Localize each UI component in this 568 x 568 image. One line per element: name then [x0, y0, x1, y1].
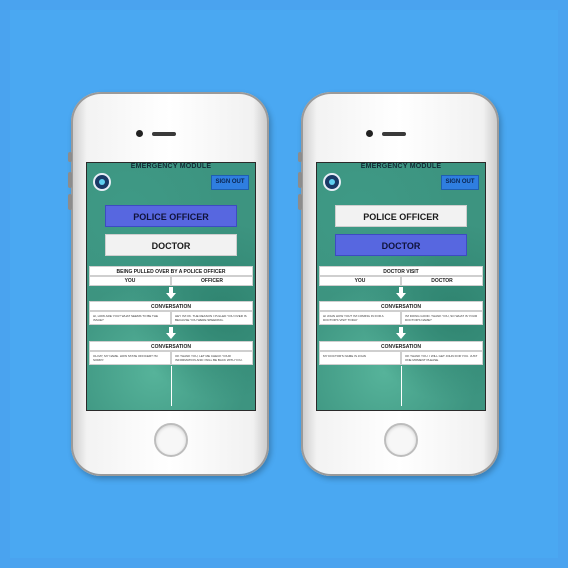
scenario-title: DOCTOR VISIT — [319, 266, 483, 276]
conversation-row: HI JOHN HOW YOU? I'M COMING IN FOR A DOC… — [319, 311, 483, 325]
doctor-button[interactable]: DOCTOR — [335, 234, 467, 256]
officer-line: HEY I'M OK. THE REASON I PULLED YOU OVER… — [171, 311, 253, 325]
earpiece-speaker — [382, 132, 406, 136]
conversation-row: OH MY, MY NAME. HOW STATE OFFICER? I'M S… — [89, 351, 253, 365]
phone-right: EMERGENCY MODULE SIGN OUT POLICE OFFICER… — [298, 92, 499, 476]
section-header: CONVERSATION — [319, 301, 483, 311]
you-line: MY DOCTOR'S NAME IS JOHN — [319, 351, 401, 365]
speaker-columns: YOU OFFICER — [89, 276, 253, 286]
module-title: EMERGENCY MODULE — [130, 163, 212, 170]
conversation-row: HI, HOW ARE YOU? WHAT SEEMS TO BE THE IS… — [89, 311, 253, 325]
app-screen: EMERGENCY MODULE SIGN OUT POLICE OFFICER… — [86, 162, 256, 411]
phone-left: EMERGENCY MODULE SIGN OUT POLICE OFFICER… — [68, 92, 269, 476]
flow-line — [401, 366, 402, 406]
eye-logo-icon — [323, 173, 341, 191]
front-camera — [366, 130, 373, 137]
section-header: CONVERSATION — [89, 341, 253, 351]
phone-mute-switch — [68, 152, 72, 162]
conversation-row: MY DOCTOR'S NAME IS JOHN OK THANK YOU. I… — [319, 351, 483, 365]
doctor-line: I'M DOING GOOD. THANK YOU, SO WHAT IS YO… — [401, 311, 483, 325]
down-arrow-icon — [396, 327, 406, 339]
column-officer: OFFICER — [171, 276, 253, 286]
you-line: HI JOHN HOW YOU? I'M COMING IN FOR A DOC… — [319, 311, 401, 325]
police-officer-button[interactable]: POLICE OFFICER — [105, 205, 237, 227]
you-line: OH MY, MY NAME. HOW STATE OFFICER? I'M S… — [89, 351, 171, 365]
phone-volume-down — [298, 194, 302, 210]
down-arrow-icon — [166, 287, 176, 299]
front-camera — [136, 130, 143, 137]
module-title: EMERGENCY MODULE — [360, 163, 442, 170]
phone-volume-up — [298, 172, 302, 188]
section-header: CONVERSATION — [319, 341, 483, 351]
down-arrow-icon — [396, 287, 406, 299]
sign-out-button[interactable]: SIGN OUT — [211, 175, 249, 190]
phone-volume-up — [68, 172, 72, 188]
home-button[interactable] — [384, 423, 418, 457]
doctor-line: OK THANK YOU. I WILL GET JOHN FOR YOU. J… — [401, 351, 483, 365]
phone-mute-switch — [298, 152, 302, 162]
phone-volume-down — [68, 194, 72, 210]
earpiece-speaker — [152, 132, 176, 136]
column-you: YOU — [89, 276, 171, 286]
speaker-columns: YOU DOCTOR — [319, 276, 483, 286]
app-screen: EMERGENCY MODULE SIGN OUT POLICE OFFICER… — [316, 162, 486, 411]
sign-out-button[interactable]: SIGN OUT — [441, 175, 479, 190]
down-arrow-icon — [166, 327, 176, 339]
officer-line: OK THANK YOU, LET ME CHECK YOUR INFORMAT… — [171, 351, 253, 365]
home-button[interactable] — [154, 423, 188, 457]
column-you: YOU — [319, 276, 401, 286]
flow-line — [171, 366, 172, 406]
you-line: HI, HOW ARE YOU? WHAT SEEMS TO BE THE IS… — [89, 311, 171, 325]
section-header: CONVERSATION — [89, 301, 253, 311]
police-officer-button[interactable]: POLICE OFFICER — [335, 205, 467, 227]
column-doctor: DOCTOR — [401, 276, 483, 286]
eye-logo-icon — [93, 173, 111, 191]
scenario-title: BEING PULLED OVER BY A POLICE OFFICER — [89, 266, 253, 276]
doctor-button[interactable]: DOCTOR — [105, 234, 237, 256]
